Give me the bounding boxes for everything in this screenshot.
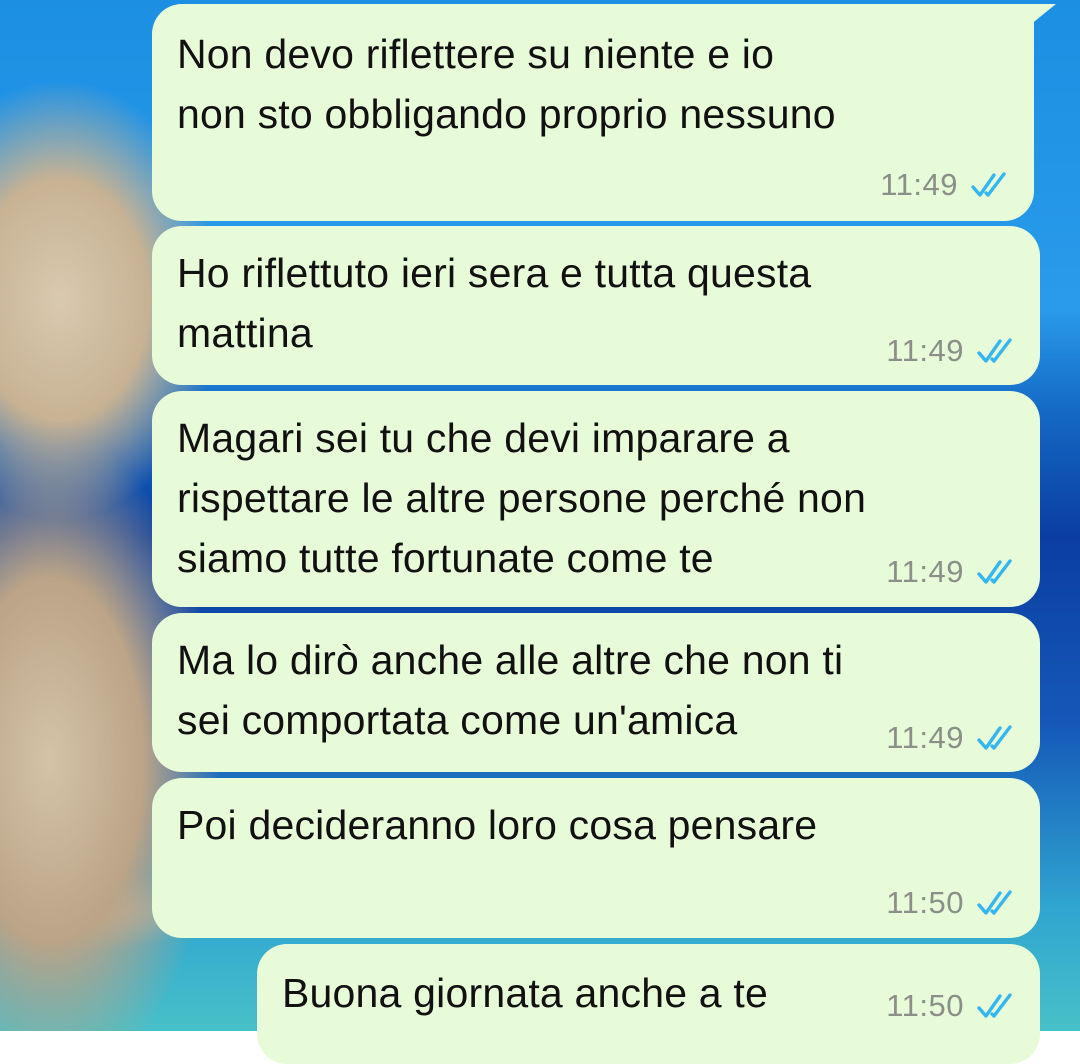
- message-text: Ho riflettuto ieri sera e tutta questa m…: [177, 243, 811, 363]
- outgoing-message[interactable]: Poi decideranno loro cosa pensare 11:50: [152, 778, 1040, 938]
- outgoing-message[interactable]: Ho riflettuto ieri sera e tutta questa m…: [152, 226, 1040, 385]
- message-meta: 11:50: [886, 885, 1018, 921]
- message-time: 11:50: [886, 988, 964, 1023]
- message-line: siamo tutte fortunate come te: [177, 535, 714, 581]
- message-meta: 11:50: [886, 988, 1018, 1024]
- message-line: non sto obbligando proprio nessuno: [177, 91, 836, 137]
- outgoing-message[interactable]: Non devo riflettere su niente e io non s…: [152, 4, 1056, 221]
- message-line: Buona giornata anche a te: [282, 970, 768, 1016]
- double-check-read-icon: [971, 172, 1006, 197]
- message-list[interactable]: Non devo riflettere su niente e io non s…: [0, 0, 1080, 1064]
- double-check-read-icon: [977, 725, 1012, 750]
- message-text: Magari sei tu che devi imparare a rispet…: [177, 408, 866, 588]
- message-time: 11:49: [880, 167, 958, 202]
- message-text: Poi decideranno loro cosa pensare: [177, 795, 817, 855]
- message-time: 11:49: [886, 554, 964, 589]
- bubble-tail: [1024, 4, 1056, 30]
- double-check-read-icon: [977, 338, 1012, 363]
- message-meta: 11:49: [886, 554, 1018, 590]
- message-text: Ma lo dirò anche alle altre che non ti s…: [177, 630, 843, 750]
- message-meta: 11:49: [886, 720, 1018, 756]
- message-line: Magari sei tu che devi imparare a: [177, 415, 790, 461]
- double-check-read-icon: [977, 559, 1012, 584]
- message-line: Non devo riflettere su niente e io: [177, 31, 775, 77]
- outgoing-message[interactable]: Magari sei tu che devi imparare a rispet…: [152, 391, 1040, 607]
- message-text: Non devo riflettere su niente e io non s…: [177, 24, 836, 144]
- double-check-read-icon: [977, 993, 1012, 1018]
- message-line: mattina: [177, 310, 313, 356]
- message-line: Ma lo dirò anche alle altre che non ti: [177, 637, 844, 683]
- message-time: 11:50: [886, 885, 964, 920]
- message-time: 11:49: [886, 333, 964, 368]
- message-text: Buona giornata anche a te: [282, 963, 768, 1023]
- message-line: sei comportata come un'amica: [177, 697, 738, 743]
- message-meta: 11:49: [886, 333, 1018, 369]
- message-line: Ho riflettuto ieri sera e tutta questa: [177, 250, 812, 296]
- double-check-read-icon: [977, 890, 1012, 915]
- message-meta: 11:49: [880, 167, 1012, 203]
- message-line: Poi decideranno loro cosa pensare: [177, 802, 818, 848]
- message-time: 11:49: [886, 720, 964, 755]
- message-line: rispettare le altre persone perché non: [177, 475, 867, 521]
- outgoing-message[interactable]: Buona giornata anche a te 11:50: [257, 944, 1040, 1064]
- outgoing-message[interactable]: Ma lo dirò anche alle altre che non ti s…: [152, 613, 1040, 772]
